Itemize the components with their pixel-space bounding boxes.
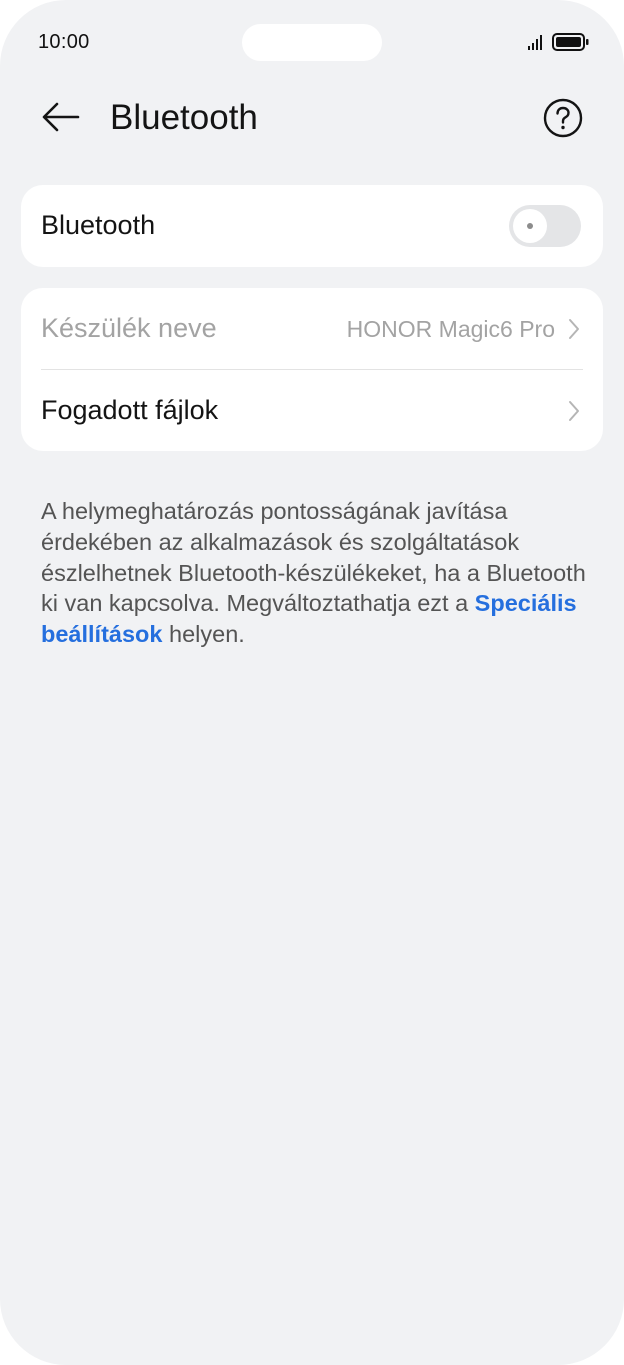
received-files-row[interactable]: Fogadott fájlok — [21, 370, 603, 451]
bluetooth-label: Bluetooth — [41, 210, 156, 240]
question-circle-icon — [543, 98, 583, 138]
status-time: 10:00 — [38, 31, 90, 53]
arrow-left-icon — [42, 102, 80, 132]
status-bar: 10:00 — [0, 0, 624, 84]
phone-screen: 10:00 Bluetooth Bluetooth Készülék neve … — [0, 0, 624, 1365]
toggle-off-indicator — [527, 223, 533, 229]
bluetooth-row[interactable]: Bluetooth — [21, 185, 603, 266]
chevron-right-icon — [569, 319, 579, 339]
device-name-label: Készülék neve — [41, 313, 217, 343]
chevron-right-icon — [569, 401, 579, 421]
device-name-row[interactable]: Készülék neve HONOR Magic6 Pro — [21, 288, 603, 370]
description-text-end: helyen. — [162, 621, 245, 648]
app-bar: Bluetooth — [0, 84, 624, 154]
camera-cutout — [242, 24, 382, 61]
signal-icon — [528, 35, 542, 50]
page-title: Bluetooth — [110, 98, 258, 137]
bluetooth-card: Bluetooth — [21, 185, 603, 267]
help-button[interactable] — [541, 96, 585, 140]
received-files-label: Fogadott fájlok — [41, 395, 219, 425]
battery-icon — [552, 33, 589, 51]
device-info-card: Készülék neve HONOR Magic6 Pro Fogadott … — [21, 288, 603, 451]
back-button[interactable] — [36, 95, 86, 145]
bluetooth-scanning-description: A helymeghatározás pontosságának javítás… — [41, 496, 586, 650]
toggle-knob — [513, 209, 547, 243]
device-name-value: HONOR Magic6 Pro — [346, 316, 555, 342]
bluetooth-toggle[interactable] — [509, 205, 581, 247]
